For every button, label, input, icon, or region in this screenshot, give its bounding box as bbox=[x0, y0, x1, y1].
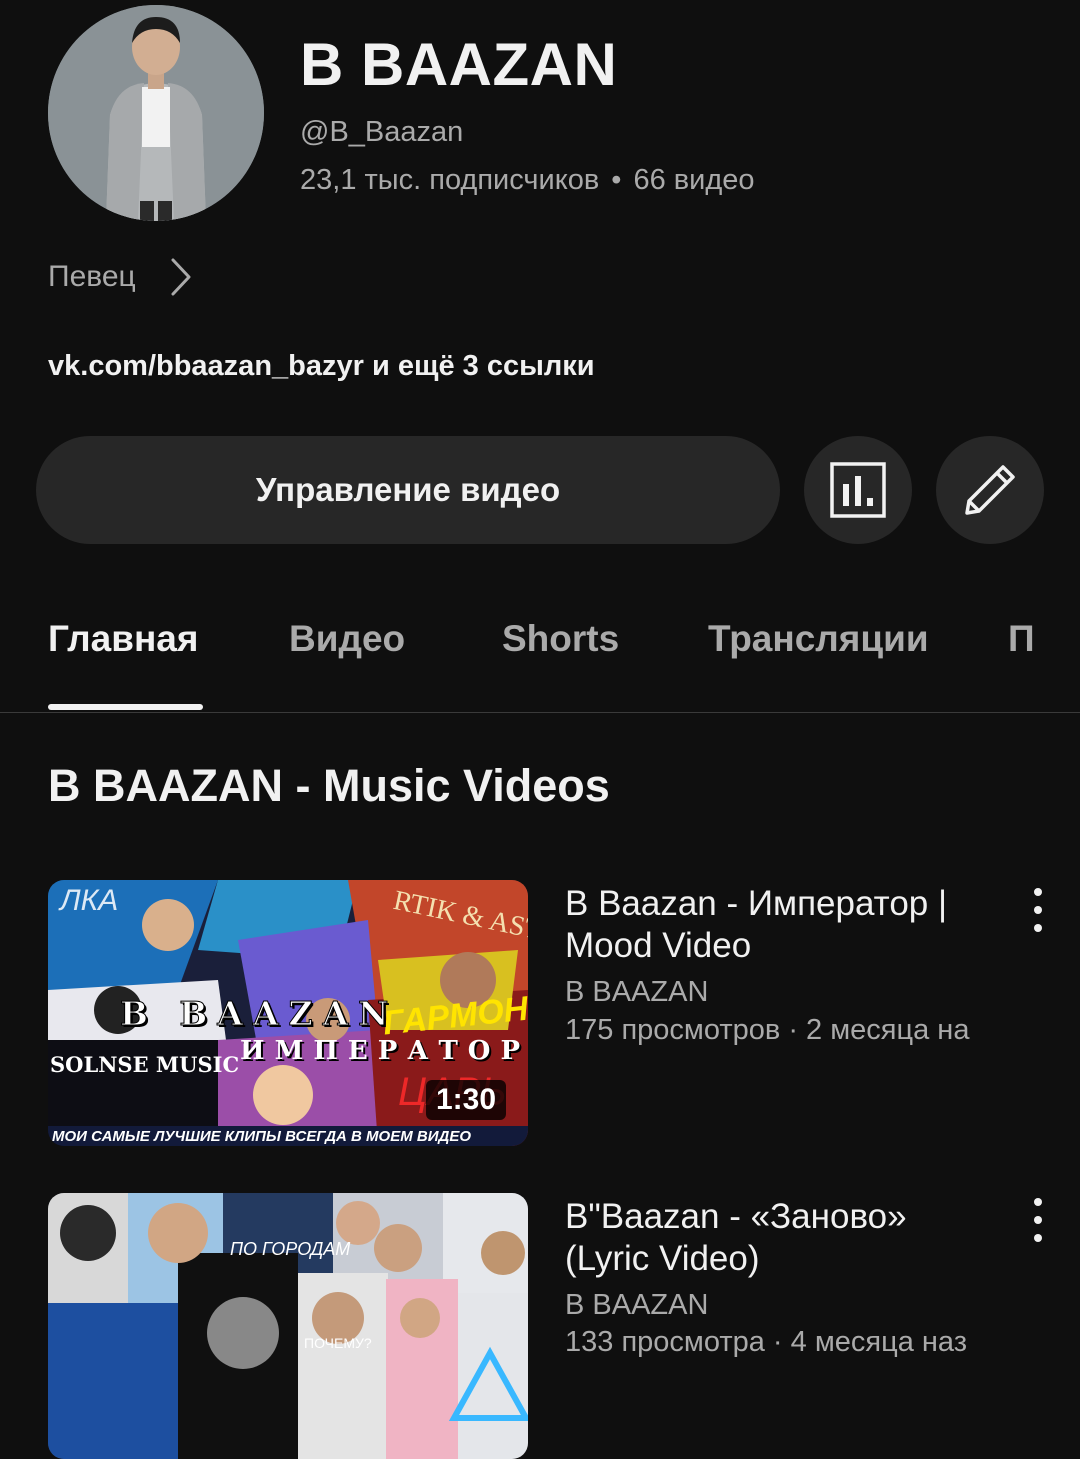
tab-home[interactable]: Главная bbox=[48, 618, 198, 660]
analytics-icon bbox=[830, 462, 886, 518]
channel-avatar[interactable] bbox=[48, 5, 264, 221]
thumbnail-footer-text: МОИ САМЫЕ ЛУЧШИЕ КЛИПЫ ВСЕГДА В МОЕМ ВИД… bbox=[52, 1128, 471, 1145]
thumbnail-brand-text: B BAAZAN bbox=[119, 994, 399, 1034]
thumbnail-label-text: SOLNSE MUSIC bbox=[50, 1052, 240, 1077]
analytics-button[interactable] bbox=[804, 436, 912, 544]
channel-tabs: Главная Видео Shorts Трансляции П bbox=[0, 600, 1080, 713]
video-thumbnail[interactable]: ЛКА RTIK & AST ГАРМОНИЯ ЦАРЬ B BAAZAN ИМ… bbox=[48, 880, 528, 1146]
thumbnail-overlay-text: ПОЧЕМУ? bbox=[304, 1335, 372, 1351]
edit-channel-button[interactable] bbox=[936, 436, 1044, 544]
manage-videos-button[interactable]: Управление видео bbox=[36, 436, 780, 544]
thumbnail-overlay-text: ПО ГОРОДАМ bbox=[230, 1239, 351, 1259]
tab-videos[interactable]: Видео bbox=[289, 618, 405, 660]
channel-name: B BAAZAN bbox=[300, 31, 618, 98]
chevron-right-icon bbox=[171, 258, 191, 296]
channel-handle: @B_Baazan bbox=[300, 116, 464, 148]
video-count: 66 видео bbox=[633, 164, 755, 196]
channel-category-row[interactable]: Певец bbox=[48, 257, 192, 297]
video-title[interactable]: B"Baazan - «Заново» (Lyric Video) bbox=[565, 1196, 985, 1280]
channel-category: Певец bbox=[48, 260, 136, 293]
separator-dot: • bbox=[611, 164, 622, 196]
tab-shorts[interactable]: Shorts bbox=[502, 618, 619, 660]
section-title[interactable]: B BAAZAN - Music Videos bbox=[48, 760, 610, 812]
avatar-image bbox=[48, 5, 264, 221]
more-options-icon[interactable] bbox=[1022, 888, 1054, 932]
video-thumbnail[interactable]: ПО ГОРОДАМ ПОЧЕМУ? bbox=[48, 1193, 528, 1459]
active-tab-indicator bbox=[48, 704, 203, 710]
tab-more[interactable]: П bbox=[1008, 618, 1035, 660]
more-options-icon[interactable] bbox=[1022, 1198, 1054, 1242]
thumbnail-image bbox=[48, 1193, 528, 1459]
video-title[interactable]: B Baazan - Император | Mood Video bbox=[565, 883, 985, 967]
thumbnail-subtitle-text: ИМПЕРАТОР bbox=[240, 1036, 528, 1066]
svg-text:ЛКА: ЛКА bbox=[58, 884, 118, 917]
video-views-date: 133 просмотра · 4 месяца наз bbox=[565, 1326, 968, 1358]
subscriber-count: 23,1 тыс. подписчиков bbox=[300, 164, 600, 196]
video-duration: 1:30 bbox=[425, 1080, 506, 1120]
tab-live[interactable]: Трансляции bbox=[708, 618, 929, 660]
channel-stats: 23,1 тыс. подписчиков • 66 видео bbox=[300, 164, 755, 197]
channel-links[interactable]: vk.com/bbaazan_bazyr и ещё 3 ссылки bbox=[48, 350, 595, 383]
video-channel: B BAAZAN bbox=[565, 1289, 709, 1321]
pencil-icon bbox=[965, 465, 1015, 515]
video-channel: B BAAZAN bbox=[565, 976, 709, 1008]
video-views-date: 175 просмотров · 2 месяца на bbox=[565, 1014, 970, 1046]
